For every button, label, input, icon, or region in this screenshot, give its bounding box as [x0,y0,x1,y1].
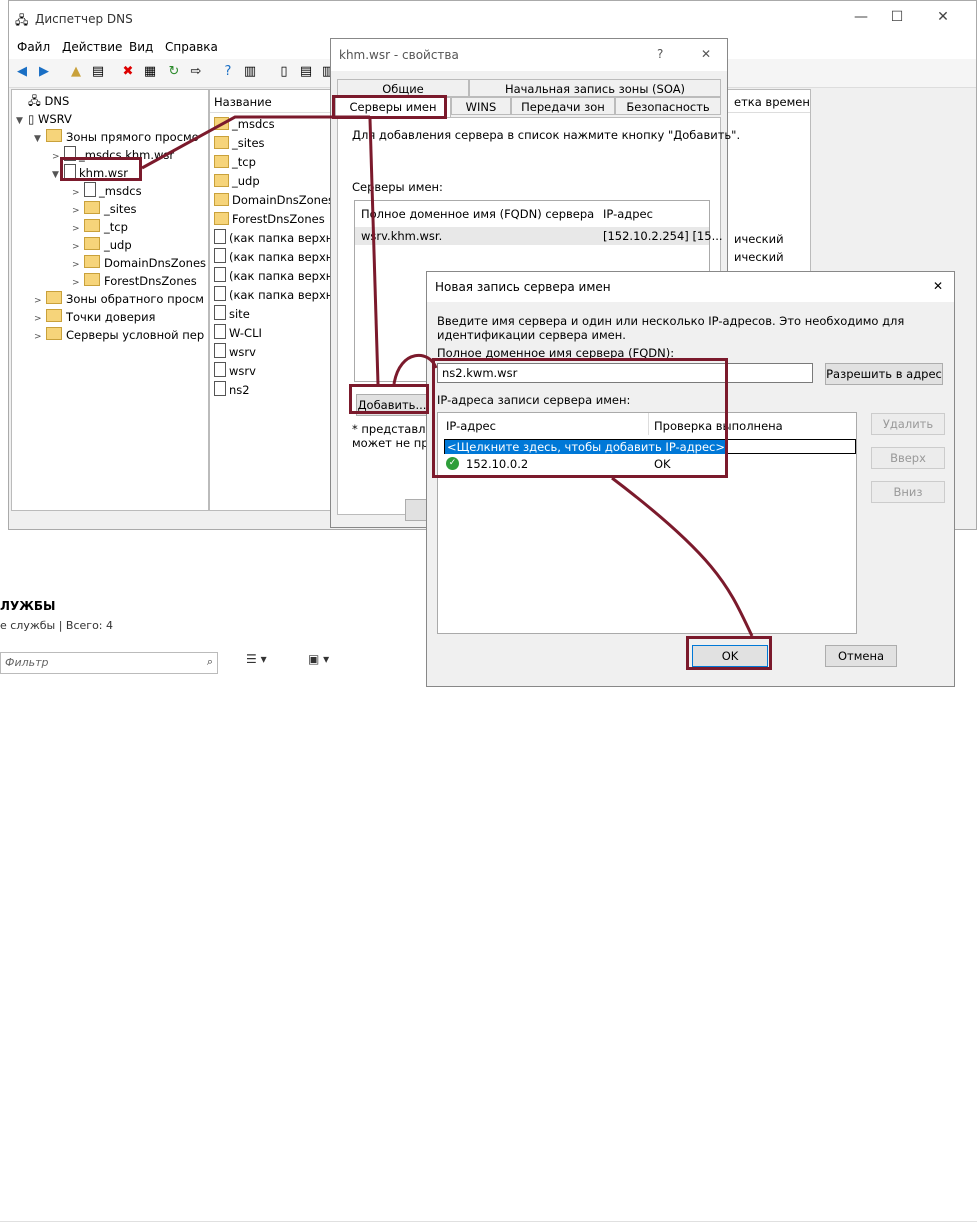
annotation-line [392,353,438,385]
annotation-line [611,476,754,637]
annotation-line [141,115,370,170]
annotation-line [368,118,380,385]
annotation-lines [141,115,754,637]
